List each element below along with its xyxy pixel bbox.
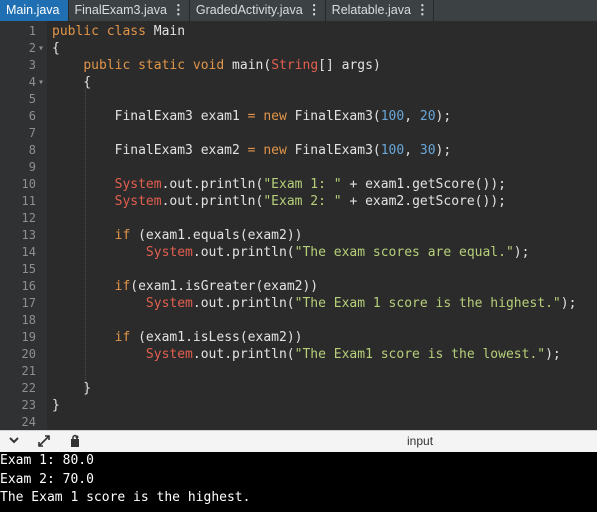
- code-line: 19 if (exam1.isLess(exam2)): [0, 329, 597, 346]
- code-text: if(exam1.isGreater(exam2)): [114, 279, 319, 294]
- chevron-down-icon[interactable]: [8, 434, 20, 450]
- code-line: 7: [0, 125, 597, 142]
- editor-tab-bar: Main.java FinalExam3.java ⋮ GradedActivi…: [0, 0, 597, 21]
- code-text: System.out.println("The exam scores are …: [145, 245, 530, 260]
- code-line: 12: [0, 210, 597, 227]
- tab-label: Relatable.java: [331, 3, 411, 17]
- tab-gradedactivity-java[interactable]: GradedActivity.java ⋮: [190, 0, 326, 21]
- code-editor[interactable]: 1 public class Main 2 ▾{3 public static voi…: [0, 21, 597, 430]
- line-number: 17: [21, 296, 36, 310]
- code-line: 11 System.out.println("Exam 2: " + exam2…: [0, 193, 597, 210]
- fold-toggle-icon[interactable]: ▾: [38, 74, 44, 91]
- code-line: 6 FinalExam3 exam1 = new FinalExam3(100,…: [0, 108, 597, 125]
- code-text: if (exam1.equals(exam2)): [114, 228, 303, 243]
- line-number: 21: [21, 364, 36, 378]
- line-number: 4: [28, 75, 36, 89]
- tab-menu-icon[interactable]: ⋮: [172, 3, 185, 17]
- code-text: {: [52, 41, 60, 56]
- tab-label: GradedActivity.java: [195, 3, 303, 17]
- code-line: 21: [0, 363, 597, 380]
- line-number: 12: [21, 211, 36, 225]
- console-input-label: input: [407, 434, 434, 448]
- line-number: 15: [21, 262, 36, 276]
- line-number: 9: [28, 160, 36, 174]
- code-text: System.out.println("Exam 2: " + exam2.ge…: [114, 194, 506, 209]
- line-number: 7: [28, 126, 36, 140]
- line-number: 16: [21, 279, 36, 293]
- line-number: 5: [28, 92, 36, 106]
- tab-label: Main.java: [6, 3, 60, 17]
- line-number: 20: [21, 347, 36, 361]
- line-number: 13: [21, 228, 36, 242]
- line-number: 10: [21, 177, 36, 191]
- line-number: 6: [28, 109, 36, 123]
- line-number: 18: [21, 313, 36, 327]
- tab-menu-icon[interactable]: ⋮: [308, 3, 321, 17]
- code-line: 1 public class Main: [0, 23, 597, 40]
- console-line: The Exam 1 score is the highest.: [0, 490, 251, 505]
- code-text: public static void main(String[] args): [83, 58, 381, 73]
- code-text: System.out.println("The Exam1 score is t…: [145, 347, 561, 362]
- tab-menu-icon[interactable]: ⋮: [416, 3, 429, 17]
- console-output: Exam 1: 80.0 Exam 2: 70.0 The Exam 1 sco…: [0, 452, 597, 512]
- code-line: 24: [0, 414, 597, 430]
- code-line: 4 ▾ {: [0, 74, 597, 91]
- line-number: 14: [21, 245, 36, 259]
- line-number: 24: [21, 415, 36, 429]
- console-toolbar: input: [0, 430, 597, 453]
- line-number: 1: [28, 24, 36, 38]
- code-line: 13 if (exam1.equals(exam2)): [0, 227, 597, 244]
- code-line: 8 FinalExam3 exam2 = new FinalExam3(100,…: [0, 142, 597, 159]
- code-text: System.out.println("The Exam 1 score is …: [145, 296, 577, 311]
- share-icon[interactable]: [68, 434, 82, 452]
- code-text: FinalExam3 exam1 = new FinalExam3(100, 2…: [52, 109, 452, 124]
- line-number: 3: [28, 58, 36, 72]
- code-line: 17 System.out.println("The Exam 1 score …: [0, 295, 597, 312]
- line-number: 11: [21, 194, 36, 208]
- tab-main-java[interactable]: Main.java: [0, 0, 69, 21]
- code-line: 9: [0, 159, 597, 176]
- code-line: 5: [0, 91, 597, 108]
- code-line: 23}: [0, 397, 597, 414]
- line-number: 22: [21, 381, 36, 395]
- code-text: }: [52, 398, 60, 413]
- line-number: 8: [28, 143, 36, 157]
- code-line: 20 System.out.println("The Exam1 score i…: [0, 346, 597, 363]
- code-text: {: [52, 75, 92, 90]
- code-line: 2 ▾ {: [0, 40, 597, 57]
- code-text: }: [52, 381, 92, 396]
- line-number: 2: [28, 41, 36, 55]
- code-line: 18: [0, 312, 597, 329]
- code-text: if (exam1.isLess(exam2)): [114, 330, 303, 345]
- expand-icon[interactable]: [37, 434, 51, 452]
- code-line: 10 System.out.println("Exam 1: " + exam1…: [0, 176, 597, 193]
- code-line: 16 if(exam1.isGreater(exam2)): [0, 278, 597, 295]
- console-line: Exam 2: 70.0: [0, 472, 94, 487]
- code-line: 15: [0, 261, 597, 278]
- console-line: Exam 1: 80.0: [0, 453, 94, 468]
- fold-toggle-icon[interactable]: ▾: [38, 40, 44, 57]
- tab-finalexam3-java[interactable]: FinalExam3.java ⋮: [69, 0, 190, 21]
- code-text: System.out.println("Exam 1: " + exam1.ge…: [114, 177, 506, 192]
- code-text: FinalExam3 exam2 = new FinalExam3(100, 3…: [52, 143, 452, 158]
- line-number: 19: [21, 330, 36, 344]
- code-text: public class Main: [52, 24, 186, 39]
- code-line: 14 System.out.println("The exam scores a…: [0, 244, 597, 261]
- tab-relatable-java[interactable]: Relatable.java ⋮: [326, 0, 434, 21]
- tab-label: FinalExam3.java: [74, 3, 167, 17]
- line-number: 23: [21, 398, 36, 412]
- code-line: 3 public static void main(String[] args): [0, 57, 597, 74]
- code-line: 22 }: [0, 380, 597, 397]
